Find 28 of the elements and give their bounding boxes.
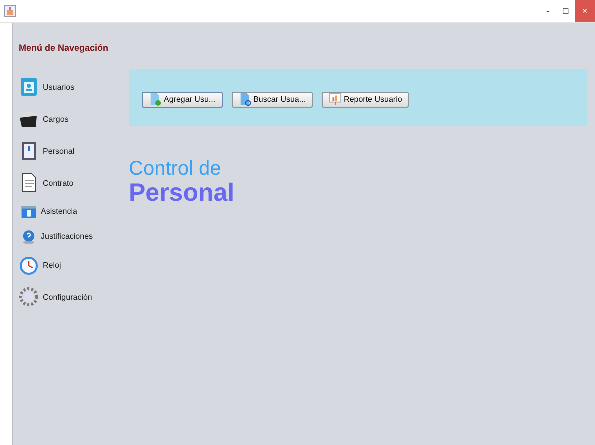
menu-item[interactable]: Cargos xyxy=(19,103,129,135)
notebook-icon xyxy=(19,141,39,161)
heading-subtitle: Control de xyxy=(129,158,222,180)
menu-item[interactable]: Configuración xyxy=(19,282,129,312)
heading-title: Personal xyxy=(129,180,236,206)
add-file-icon xyxy=(149,93,162,106)
contact-book-icon xyxy=(19,77,39,97)
menu-item[interactable]: Usuarios xyxy=(19,71,129,103)
menu-item[interactable]: Asistencia xyxy=(19,199,129,224)
toolbar-button[interactable]: Buscar Usua... xyxy=(232,92,314,108)
toolbar-button[interactable]: Reporte Usuario xyxy=(322,92,410,108)
maximize-button[interactable]: □ xyxy=(557,0,575,22)
toolbar-button[interactable]: Agregar Usu... xyxy=(142,92,223,108)
help-icon xyxy=(21,228,37,244)
folder-icon xyxy=(19,109,39,129)
chart-board-icon xyxy=(329,93,342,106)
app-icon xyxy=(4,5,16,17)
menu-item[interactable]: Reloj xyxy=(19,249,129,282)
menu-item[interactable]: Contrato xyxy=(19,167,129,199)
gear-icon xyxy=(19,287,39,307)
close-button[interactable]: × xyxy=(575,0,595,22)
menu-item[interactable]: Personal xyxy=(19,135,129,167)
sidebar-title: Menú de Navegación xyxy=(19,42,110,55)
clock-icon xyxy=(19,256,39,276)
minimize-button[interactable]: - xyxy=(539,0,557,22)
menu-item[interactable]: Justificaciones xyxy=(19,224,129,249)
search-file-icon xyxy=(238,93,252,106)
calendar-icon xyxy=(21,204,37,220)
